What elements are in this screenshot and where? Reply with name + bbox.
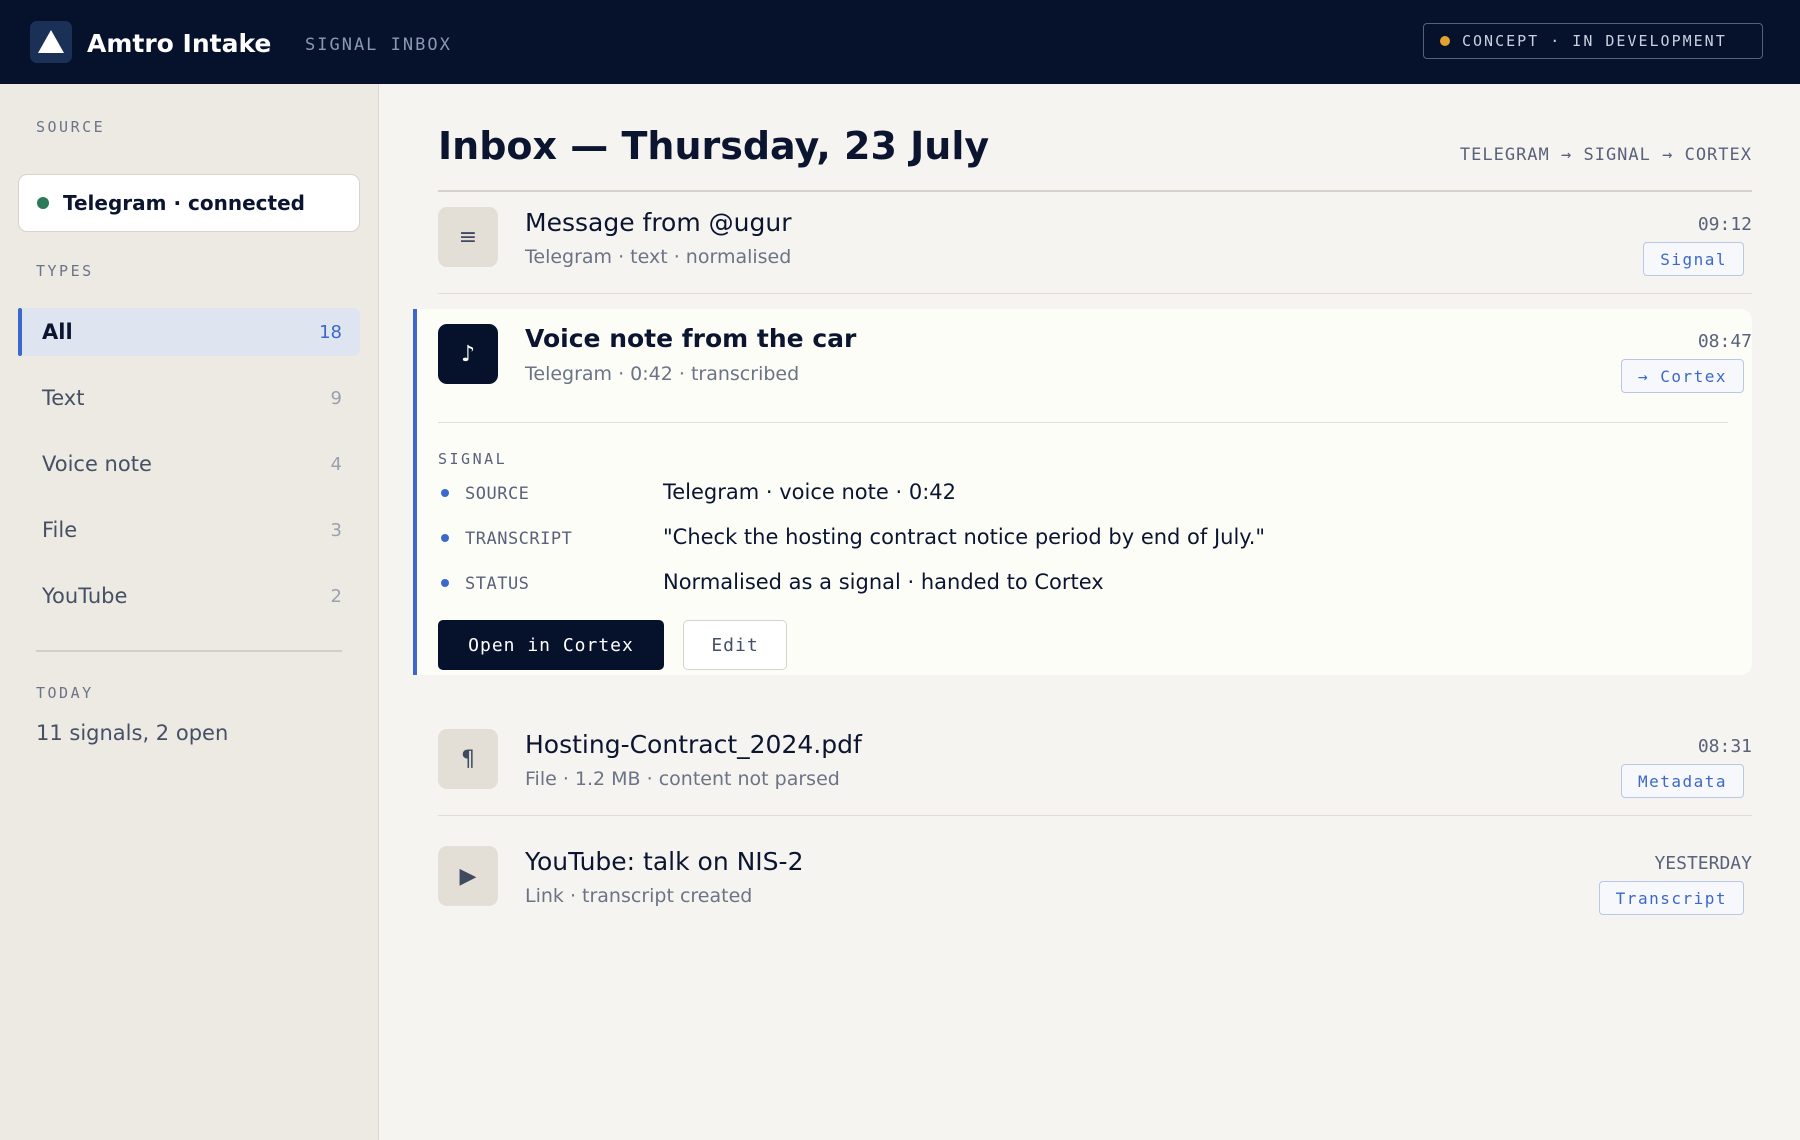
message-subtitle: File · 1.2 MB · content not parsed bbox=[525, 768, 840, 790]
title-divider bbox=[438, 190, 1752, 192]
signal-key: SOURCE bbox=[465, 484, 530, 504]
source-status: Telegram · connected bbox=[63, 191, 305, 215]
sidebar-item-label: File bbox=[42, 518, 78, 542]
sidebar-item-label: YouTube bbox=[42, 584, 128, 608]
signal-label: SIGNAL bbox=[438, 450, 508, 468]
sidebar-item-text[interactable]: Text 9 bbox=[18, 374, 360, 422]
page-title: Inbox — Thursday, 23 July bbox=[438, 124, 990, 168]
pipeline-flow: TELEGRAM → SIGNAL → CORTEX bbox=[1459, 145, 1752, 165]
sidebar-divider bbox=[36, 650, 342, 652]
bullet-icon bbox=[441, 489, 449, 497]
message-tag[interactable]: Signal bbox=[1643, 242, 1744, 276]
signal-value: Normalised as a signal · handed to Corte… bbox=[663, 570, 1104, 594]
text-lines-icon: ≡ bbox=[438, 207, 498, 267]
message-time: 08:47 bbox=[1697, 331, 1752, 352]
today-label: TODAY bbox=[36, 684, 94, 702]
message-subtitle: Telegram · 0:42 · transcribed bbox=[525, 363, 800, 385]
source-label: SOURCE bbox=[36, 118, 106, 136]
signal-key: TRANSCRIPT bbox=[465, 529, 573, 549]
active-indicator bbox=[18, 308, 22, 356]
sidebar-item-count: 18 bbox=[319, 321, 342, 343]
edit-button[interactable]: Edit bbox=[683, 620, 787, 670]
sidebar-item-label: All bbox=[42, 320, 73, 344]
sidebar-item-count: 3 bbox=[330, 519, 342, 541]
message-time: 08:31 bbox=[1697, 736, 1752, 757]
message-tag[interactable]: → Cortex bbox=[1620, 359, 1744, 393]
signal-value: "Check the hosting contract notice perio… bbox=[663, 525, 1266, 549]
message-time: YESTERDAY bbox=[1654, 853, 1752, 874]
signal-key: STATUS bbox=[465, 574, 530, 594]
message-title: Hosting-Contract_2024.pdf bbox=[525, 730, 862, 759]
types-label: TYPES bbox=[36, 262, 94, 280]
status-dot-icon bbox=[1440, 36, 1450, 46]
play-icon: ▶ bbox=[438, 846, 498, 906]
message-tag[interactable]: Transcript bbox=[1598, 881, 1744, 915]
sidebar-item-label: Voice note bbox=[42, 452, 152, 476]
music-note-icon: ♪ bbox=[438, 324, 498, 384]
paragraph-icon: ¶ bbox=[438, 729, 498, 789]
message-time: 09:12 bbox=[1697, 214, 1752, 235]
app-section-label: SIGNAL INBOX bbox=[305, 35, 452, 55]
sidebar-item-count: 2 bbox=[330, 585, 342, 607]
sidebar-item-youtube[interactable]: YouTube 2 bbox=[18, 572, 360, 620]
source-selector[interactable]: Telegram · connected bbox=[18, 174, 360, 232]
sidebar: SOURCE Telegram · connected TYPES All 18… bbox=[0, 84, 379, 1140]
today-summary: 11 signals, 2 open bbox=[36, 721, 229, 745]
triangle-logo-icon bbox=[30, 21, 72, 63]
row-divider bbox=[438, 293, 1752, 294]
connected-dot-icon bbox=[37, 197, 49, 209]
sidebar-item-count: 9 bbox=[330, 387, 342, 409]
message-title: Voice note from the car bbox=[525, 324, 857, 353]
status-badge: CONCEPT · IN DEVELOPMENT bbox=[1423, 23, 1763, 59]
signal-value: Telegram · voice note · 0:42 bbox=[663, 480, 956, 504]
sidebar-item-label: Text bbox=[42, 386, 85, 410]
sidebar-item-voice-note[interactable]: Voice note 4 bbox=[18, 440, 360, 488]
message-title: Message from @ugur bbox=[525, 208, 792, 237]
expanded-divider bbox=[438, 422, 1728, 423]
top-bar: Amtro Intake SIGNAL INBOX CONCEPT · IN D… bbox=[0, 0, 1800, 84]
message-tag[interactable]: Metadata bbox=[1620, 764, 1744, 798]
bullet-icon bbox=[441, 579, 449, 587]
status-badge-label: CONCEPT · IN DEVELOPMENT bbox=[1462, 32, 1727, 50]
selection-accent bbox=[413, 309, 417, 675]
message-title: YouTube: talk on NIS-2 bbox=[525, 847, 804, 876]
sidebar-item-all[interactable]: All 18 bbox=[18, 308, 360, 356]
message-subtitle: Telegram · text · normalised bbox=[525, 246, 792, 268]
row-divider bbox=[438, 815, 1752, 816]
message-subtitle: Link · transcript created bbox=[525, 885, 753, 907]
bullet-icon bbox=[441, 534, 449, 542]
sidebar-item-file[interactable]: File 3 bbox=[18, 506, 360, 554]
app-title: Amtro Intake bbox=[87, 29, 272, 58]
open-in-cortex-button[interactable]: Open in Cortex bbox=[438, 620, 664, 670]
sidebar-item-count: 4 bbox=[330, 453, 342, 475]
